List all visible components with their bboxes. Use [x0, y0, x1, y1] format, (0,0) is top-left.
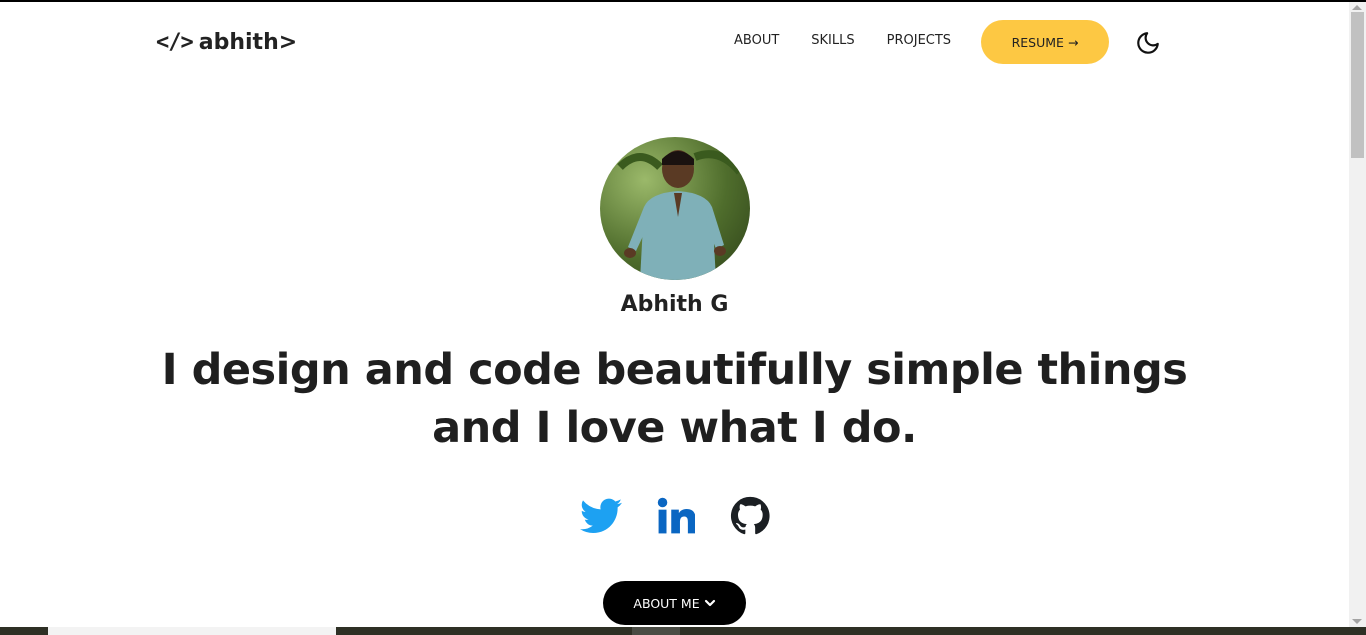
os-taskbar: [0, 627, 1366, 635]
twitter-link[interactable]: [580, 498, 622, 534]
hero-headline-line1: I design and code beautifully simple thi…: [161, 345, 1188, 395]
page: </> abhith> ABOUT SKILLS PROJECTS RESUME…: [0, 0, 1366, 635]
twitter-icon: [580, 498, 622, 533]
social-links: [580, 495, 770, 537]
profile-photo: [600, 137, 750, 280]
hero-headline: I design and code beautifully simple thi…: [0, 341, 1349, 457]
resume-label: RESUME: [1011, 34, 1064, 50]
logo[interactable]: </> abhith>: [156, 27, 297, 57]
profile-photo-figure: [617, 150, 744, 280]
about-me-button[interactable]: ABOUT ME: [603, 581, 746, 625]
profile-name: Abhith G: [620, 292, 729, 317]
nav-links: ABOUT SKILLS PROJECTS: [734, 33, 951, 48]
linkedin-link[interactable]: [657, 497, 695, 535]
nav-about[interactable]: ABOUT: [734, 33, 779, 48]
resume-button[interactable]: RESUME →: [981, 20, 1109, 64]
nav-projects[interactable]: PROJECTS: [887, 33, 951, 48]
chevron-down-icon: [704, 599, 715, 607]
github-link[interactable]: [730, 496, 770, 536]
logo-text: abhith>: [198, 29, 298, 55]
navbar: </> abhith> ABOUT SKILLS PROJECTS RESUME…: [0, 2, 1349, 82]
taskbar-search-box[interactable]: [48, 627, 336, 635]
github-icon: [730, 496, 770, 535]
arrow-right-icon: →: [1067, 34, 1079, 50]
scrollbar-thumb[interactable]: [1351, 12, 1364, 158]
moon-icon: [1137, 32, 1159, 54]
scroll-up-arrow-icon[interactable]: [1352, 5, 1362, 10]
theme-toggle-button[interactable]: [1134, 29, 1162, 57]
hero-headline-line2: and I love what I do.: [432, 403, 917, 453]
taskbar-app-button[interactable]: [632, 627, 680, 635]
linkedin-icon: [657, 497, 695, 534]
code-brackets-icon: </>: [156, 29, 194, 55]
nav-skills[interactable]: SKILLS: [811, 33, 854, 48]
scroll-down-arrow-icon[interactable]: [1352, 619, 1362, 624]
page-scrollbar[interactable]: [1349, 2, 1366, 627]
about-me-label: ABOUT ME: [633, 595, 700, 611]
